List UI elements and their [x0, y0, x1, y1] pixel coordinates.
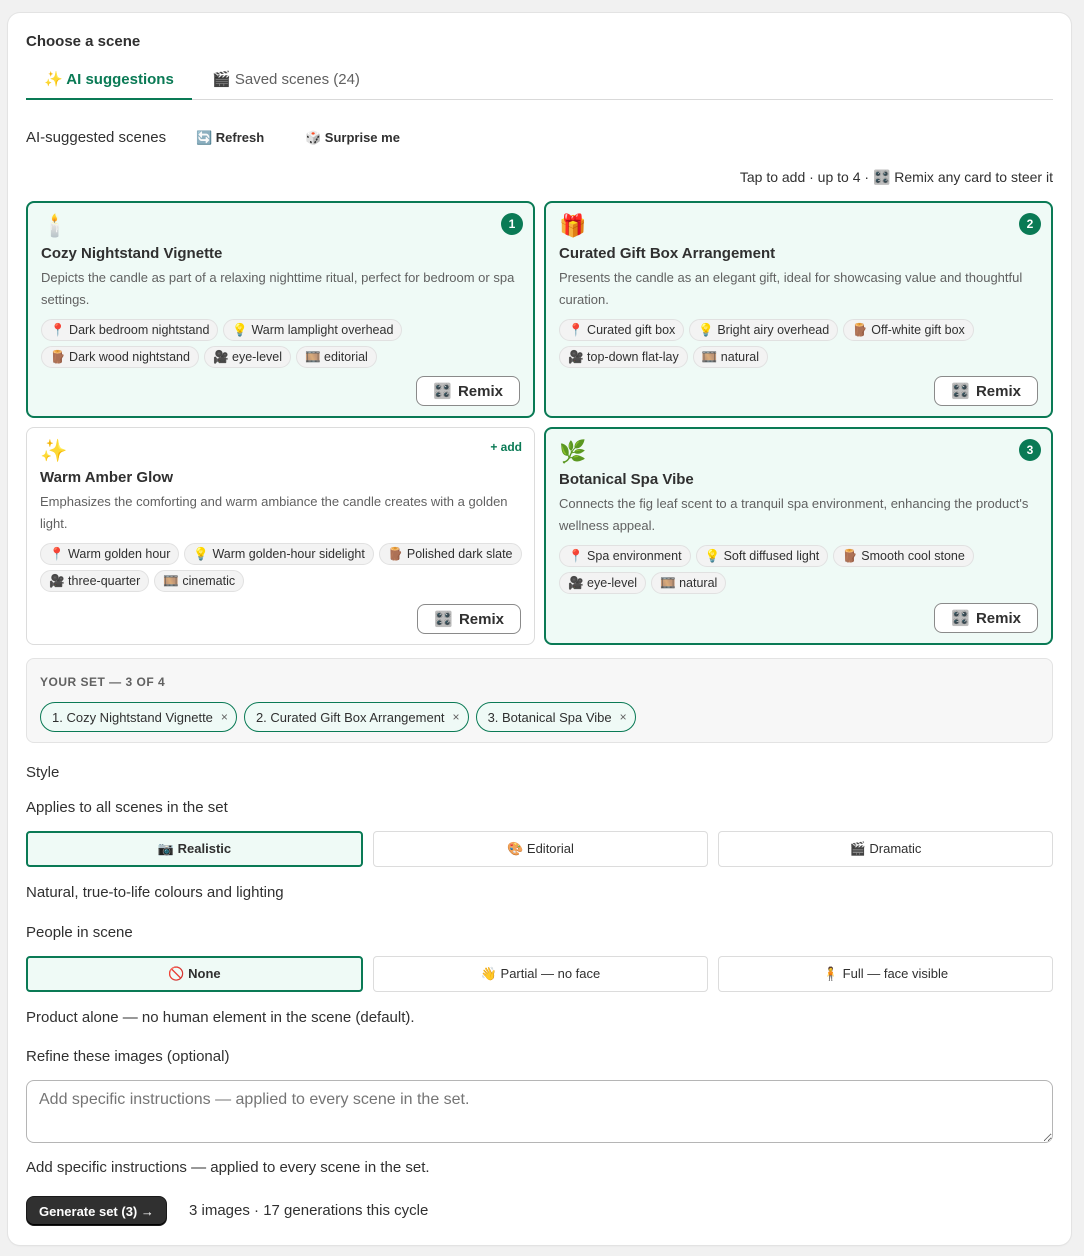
camera-angle-chip: 🎥 top-down flat-lay [559, 346, 688, 368]
people-option-partial[interactable]: 👋 Partial — no face [373, 956, 708, 992]
scene-card-title: Curated Gift Box Arrangement [559, 245, 776, 262]
people-description: Product alone — no human element in the … [26, 1009, 415, 1026]
suggestions-label: AI-suggested scenes [26, 129, 167, 146]
tab-bar: ✨ AI suggestions 🎬 Saved scenes (24) [26, 68, 1053, 100]
style-label: Style [26, 764, 60, 781]
leaf-icon: 🌿 [559, 439, 587, 464]
refresh-button[interactable]: 🔄 Refresh [196, 130, 264, 146]
tab-saved-scenes[interactable]: 🎬 Saved scenes (24) [194, 68, 378, 100]
lighting-chip: 💡 Warm lamplight overhead [223, 319, 403, 341]
sliders-icon: 🎛️ [951, 383, 970, 400]
camera-angle-chip: 🎥 three-quarter [40, 570, 150, 592]
scene-card-description: Depicts the candle as part of a relaxing… [41, 270, 515, 307]
style-option-dramatic[interactable]: 🎬 Dramatic [718, 831, 1053, 867]
location-chip: 📍 Curated gift box [559, 319, 685, 341]
lighting-chip: 💡 Bright airy overhead [689, 319, 839, 341]
generation-count-note: 3 images · 17 generations this cycle [189, 1202, 429, 1219]
camera-angle-chip: 🎥 eye-level [559, 572, 647, 594]
style-option-editorial[interactable]: 🎨 Editorial [373, 831, 708, 867]
people-selector: 🚫 None 👋 Partial — no face 🧍 Full — face… [26, 956, 1053, 992]
remove-icon[interactable]: × [620, 710, 627, 724]
your-set-chips: 1. Cozy Nightstand Vignette × 2. Curated… [40, 702, 636, 732]
set-item-chip: 2. Curated Gift Box Arrangement × [243, 702, 469, 732]
sparkles-icon: ✨ [40, 438, 68, 463]
remix-button[interactable]: 🎛️ Remix [934, 376, 1038, 406]
scene-card-description: Presents the candle as an elegant gift, … [559, 270, 1023, 307]
surface-chip: 🪵 Dark wood nightstand [41, 346, 199, 368]
scene-card-title: Botanical Spa Vibe [559, 471, 694, 488]
refine-helper-text: Add specific instructions — applied to e… [26, 1159, 430, 1176]
selection-badge: 3 [1019, 439, 1041, 461]
remix-button[interactable]: 🎛️ Remix [416, 376, 520, 406]
your-set-box: YOUR SET — 3 OF 4 1. Cozy Nightstand Vig… [26, 658, 1053, 743]
location-chip: 📍 Spa environment [559, 545, 691, 567]
set-item-chip: 3. Botanical Spa Vibe × [475, 702, 636, 732]
people-option-none[interactable]: 🚫 None [26, 956, 363, 992]
surface-chip: 🪵 Off-white gift box [843, 319, 974, 341]
sliders-icon: 🎛️ [433, 383, 452, 400]
refine-label: Refine these images (optional) [26, 1048, 230, 1065]
style-description: Natural, true-to-life colours and lighti… [26, 884, 284, 901]
film-style-chip: 🎞️ cinematic [154, 570, 245, 592]
add-to-set-link[interactable]: + add [490, 440, 522, 454]
scene-card-title: Warm Amber Glow [40, 469, 174, 486]
scene-attribute-chips: 📍 Dark bedroom nightstand 💡 Warm lamplig… [41, 319, 526, 368]
lighting-chip: 💡 Warm golden-hour sidelight [184, 543, 374, 565]
people-label: People in scene [26, 924, 133, 941]
selection-hint: Tap to add · up to 4 · 🎛️ Remix any card… [739, 169, 1053, 185]
scene-card-title: Cozy Nightstand Vignette [41, 245, 223, 262]
scene-card-description: Emphasizes the comforting and warm ambia… [40, 494, 508, 531]
remix-button[interactable]: 🎛️ Remix [417, 604, 521, 634]
sliders-icon: 🎛️ [434, 611, 453, 628]
location-chip: 📍 Dark bedroom nightstand [41, 319, 219, 341]
your-set-title: YOUR SET — 3 OF 4 [40, 675, 166, 689]
scene-card-cozy-nightstand[interactable]: 🕯️ 1 Cozy Nightstand Vignette Depicts th… [26, 201, 535, 418]
tab-ai-suggestions[interactable]: ✨ AI suggestions [26, 68, 192, 100]
scene-attribute-chips: 📍 Spa environment 💡 Soft diffused light … [559, 545, 1044, 594]
style-option-realistic[interactable]: 📷 Realistic [26, 831, 363, 867]
candle-icon: 🕯️ [41, 213, 69, 238]
sliders-icon: 🎛️ [951, 610, 970, 627]
generate-set-button[interactable]: Generate set (3) → [26, 1196, 167, 1226]
film-style-chip: 🎞️ natural [651, 572, 727, 594]
remove-icon[interactable]: × [453, 710, 460, 724]
page-title: Choose a scene [26, 33, 141, 50]
scene-card-gift-box[interactable]: 🎁 2 Curated Gift Box Arrangement Present… [544, 201, 1053, 418]
gift-icon: 🎁 [559, 213, 587, 238]
style-selector: 📷 Realistic 🎨 Editorial 🎬 Dramatic [26, 831, 1053, 867]
set-item-chip: 1. Cozy Nightstand Vignette × [40, 702, 237, 732]
lighting-chip: 💡 Soft diffused light [695, 545, 829, 567]
camera-angle-chip: 🎥 eye-level [203, 346, 292, 368]
scene-card-warm-amber[interactable]: ✨ + add Warm Amber Glow Emphasizes the c… [26, 427, 535, 645]
refine-instructions-field[interactable] [26, 1080, 1053, 1143]
style-subtitle: Applies to all scenes in the set [26, 799, 228, 816]
selection-badge: 1 [501, 213, 523, 235]
remove-icon[interactable]: × [221, 710, 228, 724]
scene-attribute-chips: 📍 Warm golden hour 💡 Warm golden-hour si… [40, 543, 525, 592]
scene-chooser-panel: Choose a scene ✨ AI suggestions 🎬 Saved … [8, 13, 1071, 1245]
selection-badge: 2 [1019, 213, 1041, 235]
film-style-chip: 🎞️ editorial [296, 346, 377, 368]
scene-attribute-chips: 📍 Curated gift box 💡 Bright airy overhea… [559, 319, 1044, 368]
people-option-full[interactable]: 🧍 Full — face visible [718, 956, 1053, 992]
scene-card-botanical-spa[interactable]: 🌿 3 Botanical Spa Vibe Connects the fig … [544, 427, 1053, 645]
surface-chip: 🪵 Polished dark slate [378, 543, 522, 565]
scene-card-description: Connects the fig leaf scent to a tranqui… [559, 496, 1029, 533]
film-style-chip: 🎞️ natural [692, 346, 769, 368]
surface-chip: 🪵 Smooth cool stone [833, 545, 974, 567]
location-chip: 📍 Warm golden hour [40, 543, 180, 565]
remix-button[interactable]: 🎛️ Remix [934, 603, 1038, 633]
surprise-me-button[interactable]: 🎲 Surprise me [305, 130, 400, 146]
